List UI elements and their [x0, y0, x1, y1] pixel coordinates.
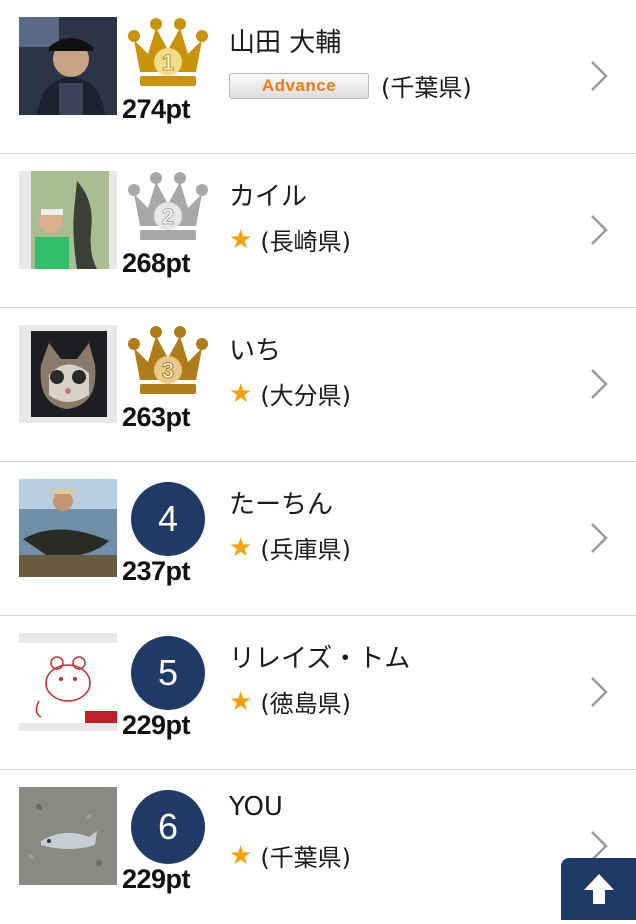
rank-number: 1 — [162, 50, 174, 75]
advance-badge: Advance — [229, 72, 369, 99]
chevron-right-icon[interactable] — [588, 518, 610, 558]
user-meta: ★ (大分県) — [229, 376, 351, 411]
user-avatar — [19, 17, 117, 115]
star-icon: ★ — [229, 532, 253, 563]
silver-crown-icon: 2 — [128, 166, 208, 246]
ranking-row-1[interactable]: 274pt 1 山田 大輔 Advance (千葉県) — [0, 0, 636, 154]
user-name: カイル — [229, 182, 308, 212]
rank-badge: 5 — [131, 636, 205, 710]
points: 268pt — [122, 248, 191, 278]
star-icon: ★ — [229, 840, 253, 871]
points: 237pt — [122, 556, 191, 586]
points: 229pt — [122, 710, 191, 740]
user-name: いち — [229, 336, 282, 366]
ranking-row-6[interactable]: 229pt 6 YOU ★ (千葉県) — [0, 770, 636, 924]
bronze-crown-icon: 3 — [128, 320, 208, 400]
ranking-row-4[interactable]: 237pt 4 たーちん ★ (兵庫県) — [0, 462, 636, 616]
prefecture: (千葉県) — [381, 74, 472, 102]
chevron-right-icon[interactable] — [588, 210, 610, 250]
user-meta: ★ (兵庫県) — [229, 530, 351, 565]
points: 274pt — [122, 94, 191, 124]
star-icon: ★ — [229, 224, 253, 255]
chevron-right-icon[interactable] — [588, 364, 610, 404]
user-avatar — [19, 171, 117, 269]
user-name: 山田 大輔 — [229, 28, 342, 58]
prefecture: (大分県) — [260, 382, 352, 410]
ranking-row-5[interactable]: 229pt 5 リレイズ・トム ★ (徳島県) — [0, 616, 636, 770]
user-avatar — [19, 325, 117, 423]
user-name: YOU — [229, 792, 283, 822]
user-meta: ★ (千葉県) — [229, 838, 351, 873]
prefecture: (長崎県) — [260, 228, 352, 256]
prefecture: (徳島県) — [260, 690, 352, 718]
gold-crown-icon: 1 — [128, 12, 208, 92]
star-icon: ★ — [229, 378, 253, 409]
points: 229pt — [122, 864, 191, 894]
user-name: たーちん — [229, 490, 334, 520]
user-name: リレイズ・トム — [229, 644, 411, 674]
points: 263pt — [122, 402, 191, 432]
user-meta: ★ (長崎県) — [229, 222, 351, 257]
prefecture: (千葉県) — [260, 844, 352, 872]
ranking-row-3[interactable]: 263pt 3 いち ★ (大分県) — [0, 308, 636, 462]
arrow-up-icon — [583, 874, 614, 904]
rank-number: 2 — [162, 204, 174, 229]
user-meta: Advance (千葉県) — [229, 68, 472, 103]
user-avatar — [19, 633, 117, 731]
chevron-right-icon[interactable] — [588, 56, 610, 96]
rank-badge: 4 — [131, 482, 205, 556]
star-icon: ★ — [229, 686, 253, 717]
prefecture: (兵庫県) — [260, 536, 352, 564]
user-meta: ★ (徳島県) — [229, 684, 351, 719]
rank-number: 3 — [162, 358, 174, 383]
user-avatar — [19, 787, 117, 885]
scroll-to-top-button[interactable] — [561, 858, 636, 920]
chevron-right-icon[interactable] — [588, 672, 610, 712]
rank-badge: 6 — [131, 790, 205, 864]
ranking-row-2[interactable]: 268pt 2 カイル ★ (長崎県) — [0, 154, 636, 308]
user-avatar — [19, 479, 117, 577]
